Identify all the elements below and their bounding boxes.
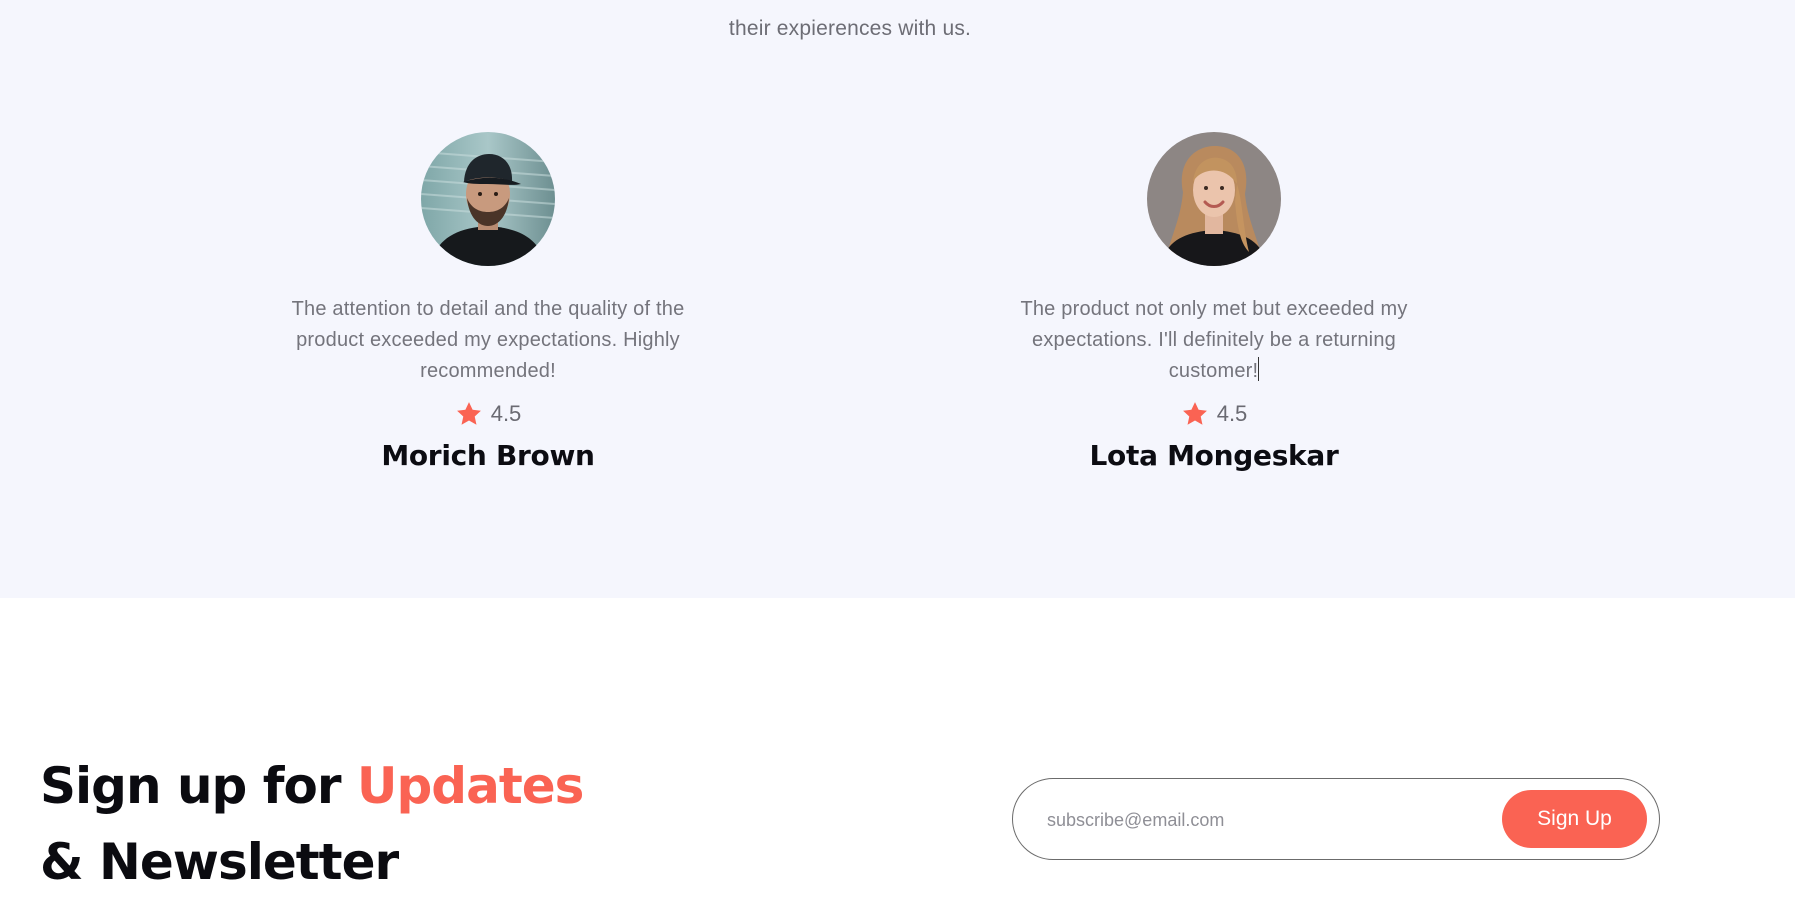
newsletter-heading-line2: & Newsletter	[40, 833, 399, 891]
rating-value: 4.5	[1216, 401, 1248, 426]
testimonial-quote: The product not only met but exceeded my…	[1004, 294, 1424, 387]
newsletter-heading-text: Sign up for	[40, 757, 357, 815]
rating: 4.5	[258, 397, 718, 431]
email-input[interactable]	[1045, 801, 1489, 839]
star-icon	[1182, 402, 1207, 425]
reviewer-name: Morich Brown	[381, 439, 595, 472]
reviewer-name: Lota Mongeskar	[1089, 439, 1339, 472]
rating-value: 4.5	[490, 401, 522, 426]
sign-up-button[interactable]: Sign Up	[1502, 790, 1647, 848]
woman-portrait-image	[1147, 132, 1281, 266]
newsletter-heading: Sign up for Updates & Newsletter	[40, 748, 584, 900]
testimonial-card: The product not only met but exceeded my…	[984, 132, 1444, 472]
testimonial-card: The attention to detail and the quality …	[258, 132, 718, 472]
newsletter-heading-accent: Updates	[356, 757, 584, 815]
rating: 4.5	[984, 397, 1444, 431]
testimonials-intro-text: their expierences with us.	[728, 17, 972, 40]
text-cursor	[1258, 357, 1260, 381]
avatar	[1147, 132, 1281, 266]
testimonial-quote-text: The product not only met but exceeded my…	[1020, 298, 1408, 382]
testimonials-section: their expierences with us. The attention…	[0, 0, 1795, 598]
man-portrait-image	[421, 132, 555, 266]
newsletter-subscribe-form: Sign Up	[1012, 778, 1660, 860]
star-icon	[456, 402, 481, 425]
testimonial-quote: The attention to detail and the quality …	[291, 298, 685, 382]
avatar	[421, 132, 555, 266]
